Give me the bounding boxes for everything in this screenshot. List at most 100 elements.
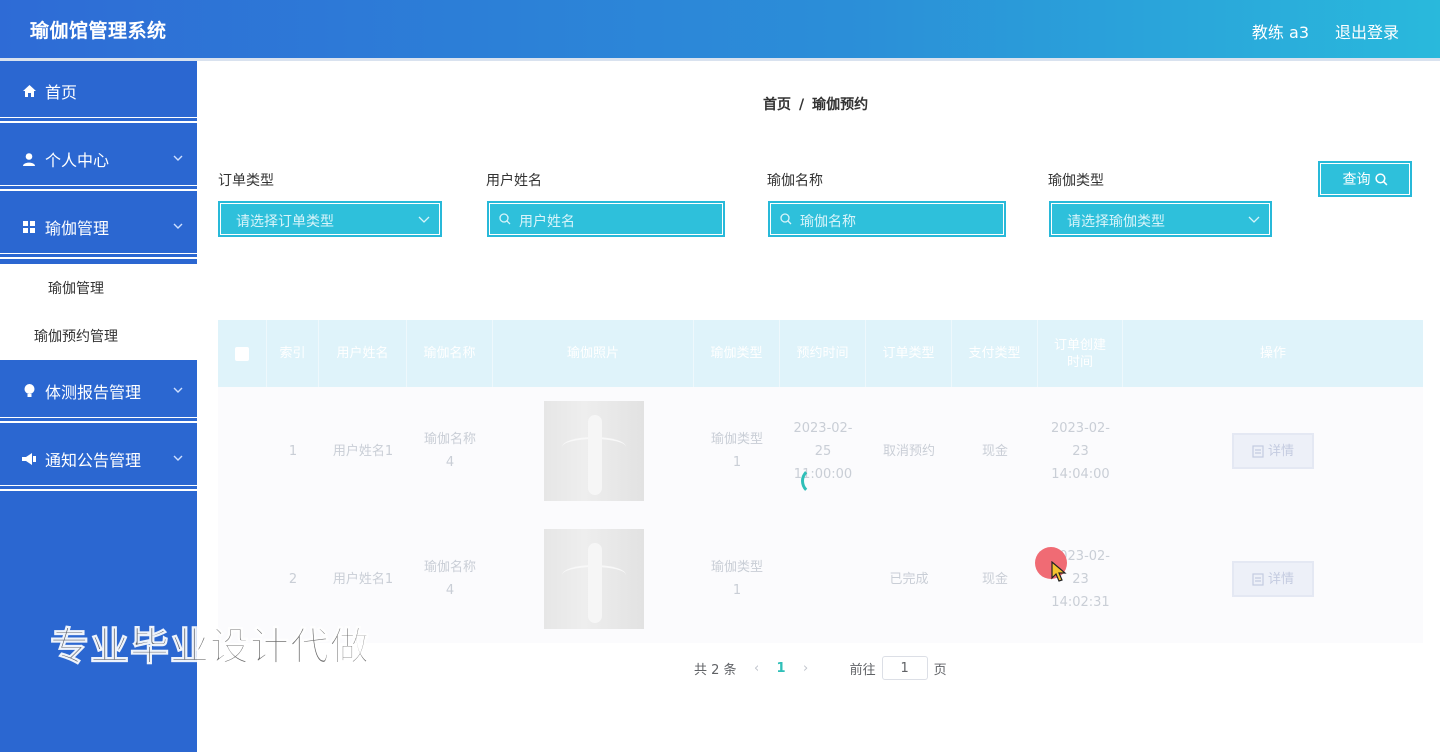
page-suffix: 页 — [933, 662, 947, 678]
column-header: 瑜伽名称 — [407, 320, 493, 387]
sidebar-item-yoga-management[interactable]: 瑜伽管理 — [0, 197, 197, 259]
yoga-name-label: 瑜伽名称 — [767, 173, 823, 189]
column-header: 订单创建时间 — [1038, 320, 1123, 387]
user-name-placeholder: 用户姓名 — [519, 214, 575, 230]
chevron-down-icon — [1248, 216, 1260, 223]
submenu-item-yoga-management[interactable]: 瑜伽管理 — [0, 264, 197, 312]
cell-index: 1 — [288, 443, 298, 459]
yoga-submenu: 瑜伽管理 瑜伽预约管理 — [0, 264, 197, 360]
cell-yoga-type: 瑜伽类型1 — [710, 560, 763, 598]
user-name-label: 用户姓名 — [486, 173, 542, 189]
cell-pay-type: 现金 — [981, 443, 1008, 459]
logout-link[interactable]: 退出登录 — [1335, 19, 1399, 43]
breadcrumb-home[interactable]: 首页 — [763, 97, 791, 113]
chevron-down-icon — [173, 223, 183, 229]
query-button[interactable]: 查询 — [1318, 161, 1412, 197]
sidebar-item-label: 首页 — [45, 83, 78, 102]
query-button-label: 查询 — [1342, 172, 1371, 188]
search-icon — [780, 213, 792, 225]
column-header: 瑜伽照片 — [493, 320, 694, 387]
order-type-select[interactable]: 请选择订单类型 — [218, 201, 442, 237]
cell-order-type: 取消预约 — [882, 443, 935, 459]
chevron-down-icon — [418, 216, 430, 223]
submenu-item-label: 瑜伽预约管理 — [34, 329, 118, 345]
yoga-type-label: 瑜伽类型 — [1048, 173, 1104, 189]
sidebar-item-label: 通知公告管理 — [45, 451, 142, 470]
table-header: 索引 用户姓名 瑜伽名称 瑜伽照片 瑜伽类型 预约时间 订单类型 支付类型 订单… — [218, 320, 1423, 387]
bulb-icon — [22, 384, 36, 398]
breadcrumb-current: 瑜伽预约 — [812, 97, 869, 113]
next-page-icon[interactable]: › — [798, 661, 814, 676]
table-row: 1 用户姓名1 瑜伽名称4 瑜伽类型1 2023-02-25 11:00:00 … — [218, 387, 1423, 515]
select-all-checkbox[interactable] — [218, 320, 267, 387]
document-icon — [1252, 572, 1264, 586]
prev-page-icon[interactable]: ‹ — [749, 661, 765, 676]
watermark-text: 专业毕业设计代做 — [49, 625, 371, 671]
yoga-name-input[interactable]: 瑜伽名称 — [768, 201, 1006, 237]
sidebar-item-home[interactable]: 首页 — [0, 61, 197, 123]
table-row: 2 用户姓名1 瑜伽名称4 瑜伽类型1 已完成 现金 2023-02-23 14… — [218, 515, 1423, 643]
megaphone-icon — [22, 452, 36, 466]
cell-photo — [493, 515, 694, 643]
chevron-down-icon — [173, 455, 183, 461]
pagination-total: 共 2 条 — [694, 662, 737, 678]
user-name: 教练 a3 — [1251, 23, 1309, 42]
cell-order-type: 已完成 — [889, 571, 929, 587]
sidebar-item-label: 个人中心 — [45, 151, 110, 170]
detail-button[interactable]: 详情 — [1232, 561, 1314, 597]
cell-pay-type: 现金 — [981, 571, 1008, 587]
submenu-item-label: 瑜伽管理 — [48, 281, 104, 297]
cell-user: 用户姓名1 — [332, 443, 394, 459]
search-icon — [499, 213, 511, 225]
column-header: 支付类型 — [952, 320, 1038, 387]
column-header: 订单类型 — [866, 320, 952, 387]
top-header: 瑜伽馆管理系统 教练 a3 退出登录 — [0, 0, 1440, 58]
yoga-photo — [543, 529, 644, 629]
pagination: 共 2 条 ‹ 1 › 前往 1 页 — [694, 656, 947, 680]
user-icon — [22, 152, 36, 166]
order-type-label: 订单类型 — [218, 173, 274, 189]
cell-appoint-time: 2023-02-25 11:00:00 — [793, 420, 853, 482]
column-header: 用户姓名 — [319, 320, 407, 387]
cell-yoga-name: 瑜伽名称4 — [423, 432, 476, 470]
user-name-input[interactable]: 用户姓名 — [487, 201, 725, 237]
cell-action: 详情 — [1123, 387, 1423, 515]
column-header: 操作 — [1259, 346, 1286, 361]
app-title: 瑜伽馆管理系统 — [30, 20, 167, 42]
loading-spinner-icon — [801, 467, 829, 495]
cell-photo — [493, 387, 694, 515]
sidebar-item-label: 瑜伽管理 — [45, 219, 110, 238]
chevron-down-icon — [173, 155, 183, 161]
sidebar-item-label: 体测报告管理 — [45, 383, 142, 402]
column-header: 预约时间 — [780, 320, 866, 387]
column-header: 索引 — [267, 320, 319, 387]
cell-appoint-time — [780, 515, 866, 643]
yoga-photo — [543, 401, 644, 501]
yoga-type-select[interactable]: 请选择瑜伽类型 — [1049, 201, 1272, 237]
breadcrumb: 首页 / 瑜伽预约 — [763, 94, 868, 114]
cell-created: 2023-02-23 14:04:00 — [1050, 420, 1110, 482]
sidebar-item-notice[interactable]: 通知公告管理 — [0, 429, 197, 491]
goto-label: 前往 — [849, 662, 876, 678]
chevron-down-icon — [173, 387, 183, 393]
detail-button-label: 详情 — [1267, 443, 1294, 459]
detail-button-label: 详情 — [1267, 571, 1294, 587]
cell-yoga-type: 瑜伽类型1 — [710, 432, 763, 470]
current-page[interactable]: 1 — [777, 661, 786, 676]
breadcrumb-separator: / — [799, 97, 805, 113]
submenu-item-yoga-booking[interactable]: 瑜伽预约管理 — [0, 312, 197, 360]
yoga-type-placeholder: 请选择瑜伽类型 — [1067, 214, 1165, 230]
home-icon — [22, 84, 36, 98]
document-icon — [1252, 444, 1264, 458]
main-content: 首页 / 瑜伽预约 订单类型 请选择订单类型 用户姓名 用户姓名 瑜伽名称 瑜伽名称… — [197, 61, 1440, 752]
page-jump-input[interactable]: 1 — [881, 656, 928, 680]
sidebar-item-body-report[interactable]: 体测报告管理 — [0, 361, 197, 423]
mouse-cursor-icon — [1051, 561, 1067, 582]
detail-button[interactable]: 详情 — [1232, 433, 1314, 469]
order-type-placeholder: 请选择订单类型 — [236, 214, 334, 230]
grid-icon — [22, 220, 36, 234]
yoga-name-placeholder: 瑜伽名称 — [800, 214, 856, 230]
sidebar-item-personal-center[interactable]: 个人中心 — [0, 129, 197, 191]
column-header: 瑜伽类型 — [694, 320, 780, 387]
cell-action: 详情 — [1123, 515, 1423, 643]
